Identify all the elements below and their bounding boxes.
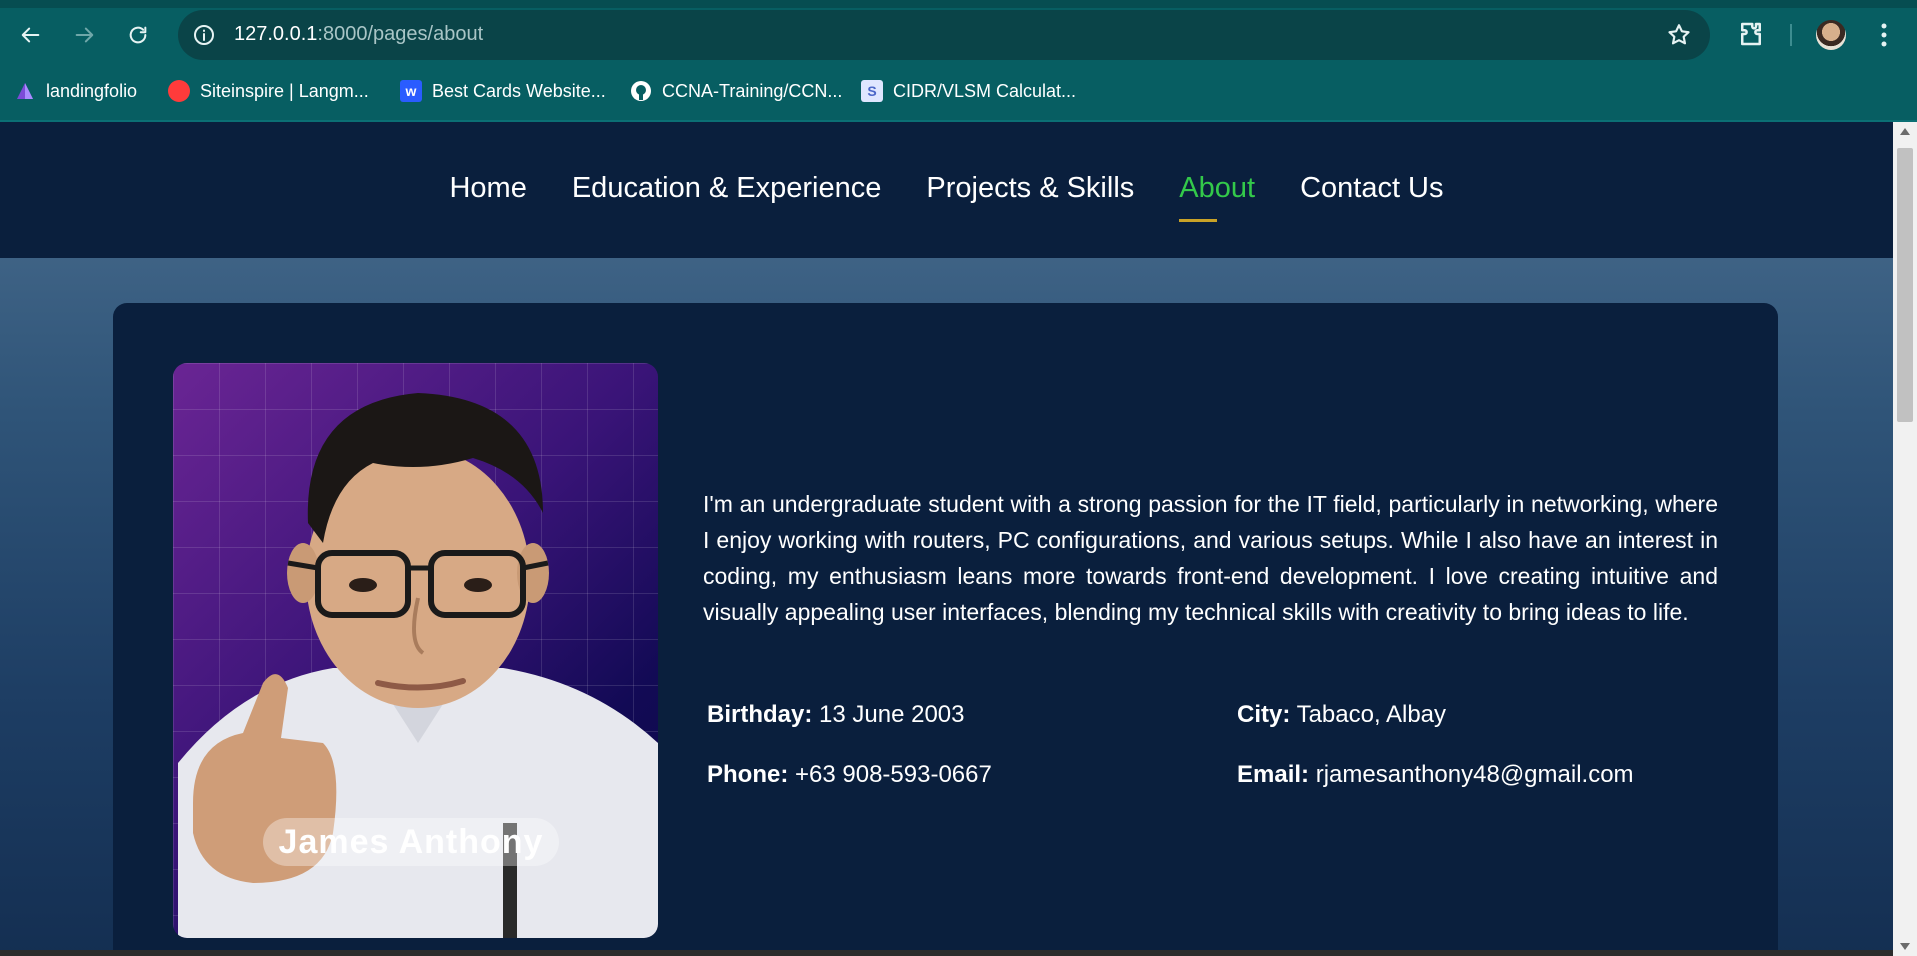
back-button[interactable]	[13, 17, 49, 53]
browser-chrome: 127.0.0.1:8000/pages/about landingfolio …	[0, 0, 1917, 122]
site-navbar: Home Education & Experience Projects & S…	[0, 122, 1893, 258]
star-icon[interactable]	[1666, 22, 1692, 48]
email-value[interactable]: rjamesanthony48@gmail.com	[1316, 761, 1634, 788]
bookmark-label: CIDR/VLSM Calculat...	[893, 80, 1077, 101]
photo-name-badge: James Anthony	[263, 818, 559, 866]
city-detail: City: Tabaco, Albay	[1237, 701, 1446, 729]
about-card: James Anthony I'm an undergraduate stude…	[113, 303, 1778, 956]
url-host: 127.0.0.1	[234, 23, 318, 45]
bookmark-ccna-training[interactable]: CCNA-Training/CCN...	[630, 78, 842, 104]
puzzle-icon[interactable]	[1736, 19, 1766, 49]
about-bio: I'm an undergraduate student with a stro…	[703, 491, 1718, 625]
bottom-edge	[0, 950, 1893, 956]
email-detail: Email: rjamesanthony48@gmail.com	[1237, 761, 1634, 789]
city-value: Tabaco, Albay	[1296, 701, 1447, 728]
phone-value: +63 908-593-0667	[795, 761, 992, 788]
phone-label: Phone:	[707, 761, 789, 788]
nav-about-label: About	[1179, 172, 1256, 204]
active-underline	[1179, 219, 1218, 222]
nav-home[interactable]: Home	[449, 172, 526, 205]
nav-contact-us[interactable]: Contact Us	[1300, 172, 1443, 205]
bookmark-label: Best Cards Website...	[432, 80, 606, 101]
page-scrollbar[interactable]	[1893, 122, 1917, 956]
scroll-down-arrow-icon[interactable]	[1900, 943, 1910, 950]
nav-education-experience[interactable]: Education & Experience	[572, 172, 882, 205]
bookmark-label: CCNA-Training/CCN...	[662, 80, 843, 101]
reload-icon	[129, 26, 147, 44]
nav-projects-skills[interactable]: Projects & Skills	[926, 172, 1134, 205]
forward-button[interactable]	[66, 17, 102, 53]
bookmark-label: Siteinspire | Langm...	[200, 80, 369, 101]
profile-photo: James Anthony	[173, 363, 658, 938]
bookmark-best-cards[interactable]: w Best Cards Website...	[400, 78, 606, 104]
email-label: Email:	[1237, 761, 1310, 788]
arrow-left-icon	[21, 27, 40, 43]
landingfolio-icon	[14, 80, 36, 102]
address-bar[interactable]: 127.0.0.1:8000/pages/about	[178, 10, 1710, 60]
red-circle-icon	[168, 80, 190, 102]
webflow-icon: w	[400, 80, 422, 102]
bookmark-cidr-vlsm[interactable]: S CIDR/VLSM Calculat...	[861, 78, 1076, 104]
subnet-s-icon: S	[861, 80, 883, 102]
bookmarks-bar: landingfolio Siteinspire | Langm... w Be…	[0, 74, 1917, 108]
toolbar-divider	[1790, 24, 1792, 46]
info-icon[interactable]	[192, 23, 216, 47]
birthday-value: 13 June 2003	[819, 701, 965, 728]
scroll-thumb[interactable]	[1897, 148, 1913, 422]
github-icon	[630, 80, 652, 102]
nav-about[interactable]: About	[1179, 172, 1256, 222]
bookmark-label: landingfolio	[46, 80, 138, 101]
reload-button[interactable]	[120, 17, 156, 53]
city-label: City:	[1237, 701, 1291, 728]
kebab-menu-icon[interactable]	[1872, 18, 1896, 52]
tab-strip	[0, 0, 1917, 8]
phone-detail: Phone: +63 908-593-0667	[707, 761, 992, 789]
nav-links: Home Education & Experience Projects & S…	[0, 172, 1893, 222]
bookmark-landingfolio[interactable]: landingfolio	[14, 78, 137, 104]
birthday-detail: Birthday: 13 June 2003	[707, 701, 964, 729]
scroll-up-arrow-icon[interactable]	[1900, 128, 1910, 135]
bookmark-siteinspire[interactable]: Siteinspire | Langm...	[168, 78, 369, 104]
url-text[interactable]: 127.0.0.1:8000/pages/about	[234, 23, 483, 46]
arrow-right-icon	[75, 27, 94, 43]
page-viewport: Home Education & Experience Projects & S…	[0, 122, 1893, 956]
url-path: :8000/pages/about	[317, 23, 484, 45]
profile-avatar[interactable]	[1816, 20, 1846, 50]
birthday-label: Birthday:	[707, 701, 813, 728]
